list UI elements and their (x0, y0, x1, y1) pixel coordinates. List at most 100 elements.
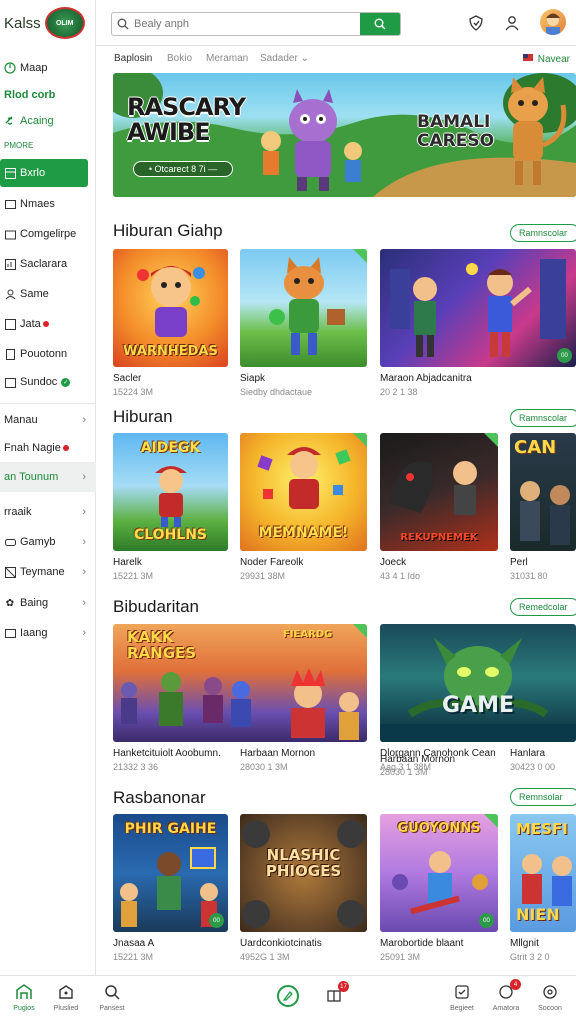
hero-banner[interactable]: RASCARY AWIBE • Otcarect 8 7i — BAMALI C… (113, 73, 576, 197)
sidebar-group-teymane[interactable]: Teymane › (0, 559, 96, 585)
game-card[interactable]: MEMNAME! Noder Fareolk 29931 38M (240, 433, 367, 581)
sidebar-group-gamyb[interactable]: Gamyb › (0, 529, 96, 555)
sidebar-item-sundoc[interactable]: Sundoc ✓ (0, 369, 96, 395)
chart-icon (4, 258, 16, 270)
game-thumbnail: GAME (380, 624, 576, 742)
notification-dot (62, 445, 69, 451)
sidebar-item-saclarara[interactable]: Saclarara (0, 251, 96, 277)
section-more-button[interactable]: Ramnscolar (510, 224, 576, 242)
sidebar-item-acaing[interactable]: Acaing (0, 108, 96, 134)
bottom-nav-begieet[interactable]: Begieet (440, 982, 484, 1012)
folder-icon (4, 228, 16, 240)
chevron-right-icon: › (82, 414, 86, 426)
flower-icon: ✿ (5, 597, 15, 609)
tag-icon (4, 318, 16, 330)
game-card-label: Dlorgann Canohonk Cean Aag 3 1 38M (380, 748, 496, 772)
chevron-down-icon: ⌄ (300, 53, 309, 64)
list-icon (4, 198, 16, 210)
game-card[interactable]: GUOYONNS 00 Marobortide blaant 25091 3M (380, 814, 498, 962)
sidebar-item-nmaes[interactable]: Nmaes (0, 191, 96, 217)
game-card[interactable]: PHIR GAIHE 00 Jnasaa A 15221 3M (113, 814, 228, 962)
tab-baplosin[interactable]: Baplosin (114, 53, 152, 64)
top-bar (96, 0, 576, 46)
sidebar-group-rraaik[interactable]: rraaik › (0, 499, 96, 525)
shield-icon[interactable] (466, 13, 486, 33)
sidebar-group-iaang[interactable]: Iaang › (0, 620, 96, 646)
box-icon (4, 566, 16, 578)
tab-meraman[interactable]: Meraman (206, 53, 248, 64)
game-card[interactable]: REKUPNEMEK Joeck 43 4 1 Ido (380, 433, 498, 581)
search-icon (102, 982, 122, 1002)
image-icon (4, 627, 16, 639)
tab-bokio[interactable]: Bokio (167, 53, 192, 64)
gamepad-icon (4, 536, 16, 548)
bottom-nav-amatora[interactable]: 4 Amatora (484, 979, 528, 1012)
link-icon (4, 115, 16, 127)
game-card[interactable]: Siapk Siedby dhdactaue (240, 249, 367, 397)
sidebar-item-bxrlo[interactable]: Bxrlo (0, 159, 88, 187)
section-more-button[interactable]: Remnsolar (510, 788, 576, 806)
sidebar-item-jata[interactable]: Jata (0, 311, 96, 337)
bottom-nav-pansest[interactable]: Pansest (90, 982, 134, 1012)
game-card[interactable]: CAN Perl 31031 80 (510, 433, 576, 581)
sidebar-group-manau[interactable]: Manau › (0, 407, 96, 433)
game-card-label: Hanlara 30423 0 00 (510, 748, 556, 772)
bottom-nav-center-button[interactable] (277, 985, 299, 1007)
tab-sadader[interactable]: Sadader ⌄ (260, 53, 309, 64)
bottom-nav-gift[interactable]: 17 (312, 981, 356, 1007)
game-thumbnail (240, 249, 367, 367)
section-title: Hiburan (113, 407, 173, 426)
sidebar-item-comgelirpe[interactable]: Comgelirpe (0, 221, 96, 247)
notification-badge: 4 (510, 979, 521, 990)
logo[interactable]: Kalss OLIM (4, 6, 94, 40)
sidebar-item-pouotonn[interactable]: Pouotonn (0, 341, 96, 367)
game-card[interactable]: MESFI NIEN Mllgnit Gtrit 3 2 0 (510, 814, 576, 962)
badge-icon: 00 (209, 913, 224, 928)
calendar-icon (4, 376, 16, 388)
avatar[interactable] (540, 9, 566, 35)
bottom-nav-pluslied[interactable]: Pluslied (44, 982, 88, 1012)
chevron-right-icon: › (82, 506, 86, 518)
section-title: Bibudaritan (113, 597, 200, 616)
search-button[interactable] (360, 13, 400, 35)
settings-icon (540, 982, 560, 1002)
hero-pill: • Otcarect 8 7i — (133, 161, 233, 177)
logo-badge-icon: OLIM (44, 7, 85, 39)
game-card[interactable]: AIDEGK CLOHLNS Harelk 15221 3M (113, 433, 228, 581)
shield-icon (452, 982, 472, 1002)
sidebar: Kalss OLIM Maap Rlod corb Acaing PMORE B… (0, 0, 96, 975)
game-thumbnail: AIDEGK CLOHLNS (113, 433, 228, 551)
section-more-button[interactable]: Remedcolar (510, 598, 576, 616)
game-thumbnail: CAN (510, 433, 576, 551)
user-icon[interactable] (502, 13, 522, 33)
tab-navear[interactable]: Navear (522, 52, 570, 67)
flag-icon (522, 52, 534, 67)
bottom-nav-socoon[interactable]: Socoon (528, 982, 572, 1012)
verified-icon: ✓ (61, 377, 71, 387)
sidebar-item-same[interactable]: Same (0, 281, 96, 307)
game-card[interactable]: NLASHIC PHIOGES Uardconkiotcinatis 4952G… (240, 814, 367, 962)
sidebar-item-rlod[interactable]: Rlod corb (0, 82, 96, 108)
section-more-button[interactable]: Ramnscolar (510, 409, 576, 427)
section-title: Hiburan Giahp (113, 221, 223, 240)
sidebar-group-baing[interactable]: ✿ Baing › (0, 590, 96, 616)
sidebar-group-tounum[interactable]: an Tounum › (0, 462, 96, 492)
search-icon (112, 18, 134, 30)
sidebar-group-fnah[interactable]: Fnah Nagie (0, 435, 96, 461)
logo-text: Kalss (4, 14, 41, 32)
game-card[interactable]: 00 Maraon Abjadcanitra 20 2 1 38 (380, 249, 576, 397)
game-thumbnail: GUOYONNS 00 (380, 814, 498, 932)
bottom-nav-home[interactable]: Pugios (2, 982, 46, 1012)
gift-icon: 17 (324, 981, 349, 1004)
home-icon (14, 982, 34, 1002)
sidebar-item-maap[interactable]: Maap (0, 55, 96, 81)
badge-icon: 00 (557, 348, 572, 363)
game-thumbnail: MEMNAME! (240, 433, 367, 551)
game-thumbnail: MESFI NIEN (510, 814, 576, 932)
search-input[interactable] (134, 13, 360, 35)
chevron-right-icon: › (82, 597, 86, 609)
game-card[interactable]: GAME Harbaan Mornon 28030 1 3M (380, 624, 576, 777)
game-card[interactable]: WARNHEDAS Sacler 15224 3M (113, 249, 228, 397)
game-card-label: Harbaan Mornon 28030 1 3M (240, 748, 316, 772)
bell-icon: 4 (496, 979, 521, 1002)
